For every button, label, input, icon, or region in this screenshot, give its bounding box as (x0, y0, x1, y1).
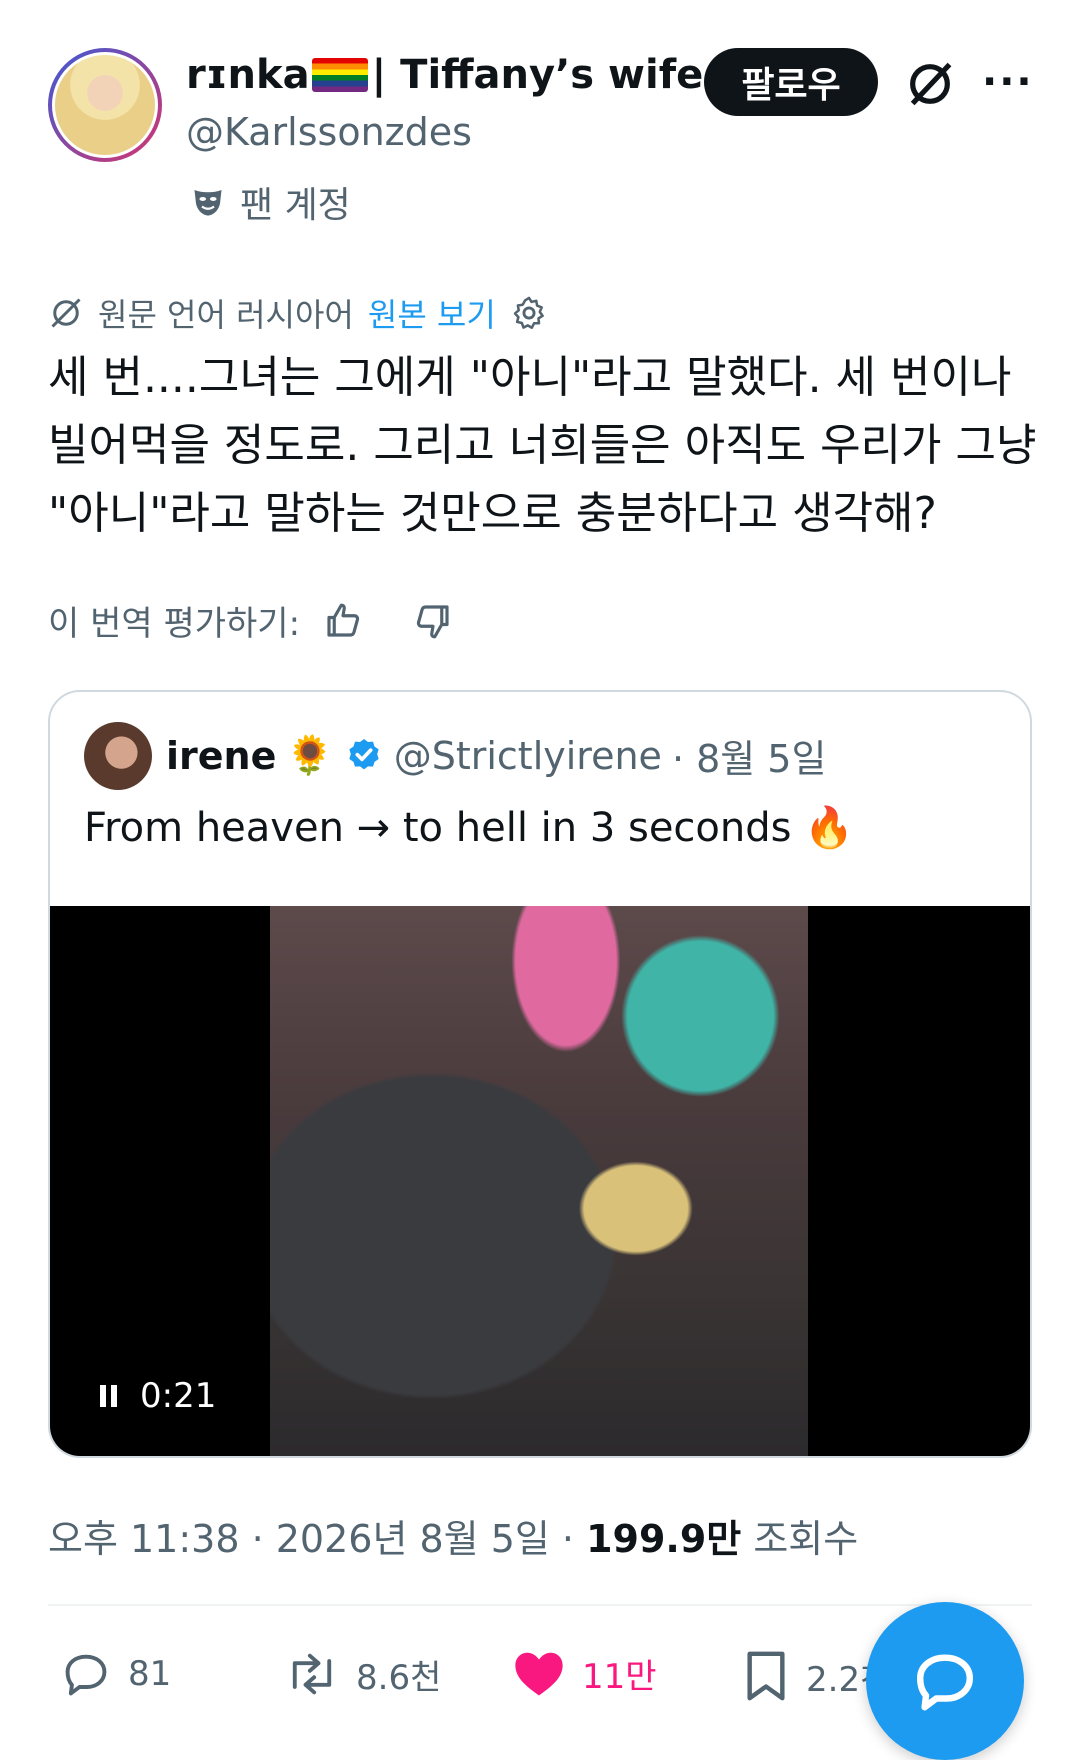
thumbs-down-icon[interactable] (412, 600, 454, 642)
verified-badge-icon (349, 738, 379, 769)
video-frame (270, 906, 808, 1456)
translation-bar: 원문 언어 러시아어 원본 보기 (48, 290, 548, 336)
display-name-suffix: | Tiffany’s wife (371, 52, 704, 98)
quoted-tweet-card[interactable]: irene 🌻 @Strictlyirene · 8월 5일 From heav… (48, 690, 1032, 1458)
reply-icon (65, 1654, 107, 1696)
pause-icon[interactable] (100, 1385, 118, 1407)
heart-icon (515, 1652, 563, 1696)
quoted-author-handle[interactable]: @Strictlyirene (394, 734, 662, 778)
language-note: 원문 언어 러시아어 (98, 296, 354, 334)
author-handle[interactable]: @Karlssonzdes (186, 110, 472, 154)
translate-icon (51, 298, 81, 328)
fan-account-label: 팬 계정 (190, 176, 351, 228)
tweet-body-text: 세 번....그녀는 그에게 "아니"라고 말했다. 세 번이나 빌어먹을 정도… (48, 352, 1037, 539)
reply-count: 81 (128, 1654, 172, 1694)
video-timestamp: 0:21 (140, 1376, 217, 1416)
more-icon[interactable]: ··· (982, 62, 1032, 102)
view-count: 199.9만 (586, 1517, 742, 1561)
author-display-name[interactable]: rɪnka | Tiffany’s wife (186, 52, 703, 98)
repost-icon (292, 1653, 332, 1695)
show-original-link[interactable]: 원본 보기 (368, 290, 496, 336)
rate-translation-label: 이 번역 평가하기: (48, 604, 301, 644)
display-name-prefix: rɪnka (186, 52, 310, 98)
quoted-tweet-date: · 8월 5일 (671, 737, 827, 781)
quoted-tweet-text: From heaven → to hell in 3 seconds 🔥 (84, 805, 854, 851)
rate-translation-row: 이 번역 평가하기: (48, 596, 454, 645)
like-button[interactable]: 11만 (512, 1648, 657, 1698)
settings-gear-icon[interactable] (510, 294, 548, 332)
tweet-timestamp[interactable]: 오후 11:38 · 2026년 8월 5일 · (48, 1517, 586, 1561)
quoted-author-avatar[interactable] (84, 722, 152, 790)
bookmark-icon (747, 1651, 785, 1701)
rainbow-flag-icon (311, 58, 368, 92)
compose-button[interactable] (866, 1602, 1024, 1760)
sunflower-emoji: 🌻 (286, 733, 334, 777)
views-label: 조회수 (741, 1517, 859, 1561)
follow-button[interactable]: 팔로우 (704, 48, 878, 116)
video-player[interactable]: 0:21 (50, 906, 1030, 1456)
like-count: 11만 (582, 1656, 657, 1697)
reply-button[interactable]: 81 (60, 1648, 171, 1700)
author-avatar-image (52, 52, 158, 158)
compose-icon (917, 1654, 973, 1711)
author-avatar[interactable] (48, 48, 162, 162)
tweet-meta: 오후 11:38 · 2026년 8월 5일 · 199.9만 조회수 (48, 1508, 858, 1563)
fan-mask-icon (194, 190, 222, 216)
thumbs-up-icon[interactable] (322, 600, 364, 642)
fan-account-text: 팬 계정 (240, 185, 351, 226)
divider (48, 1604, 1032, 1606)
quoted-author-name[interactable]: irene (166, 734, 276, 778)
grok-icon[interactable] (904, 58, 956, 110)
repost-button[interactable]: 8.6천 (284, 1648, 441, 1700)
repost-count: 8.6천 (356, 1657, 442, 1698)
video-controls: 0:21 (100, 1376, 216, 1416)
quoted-tweet-header: irene 🌻 @Strictlyirene · 8월 5일 (166, 728, 826, 783)
